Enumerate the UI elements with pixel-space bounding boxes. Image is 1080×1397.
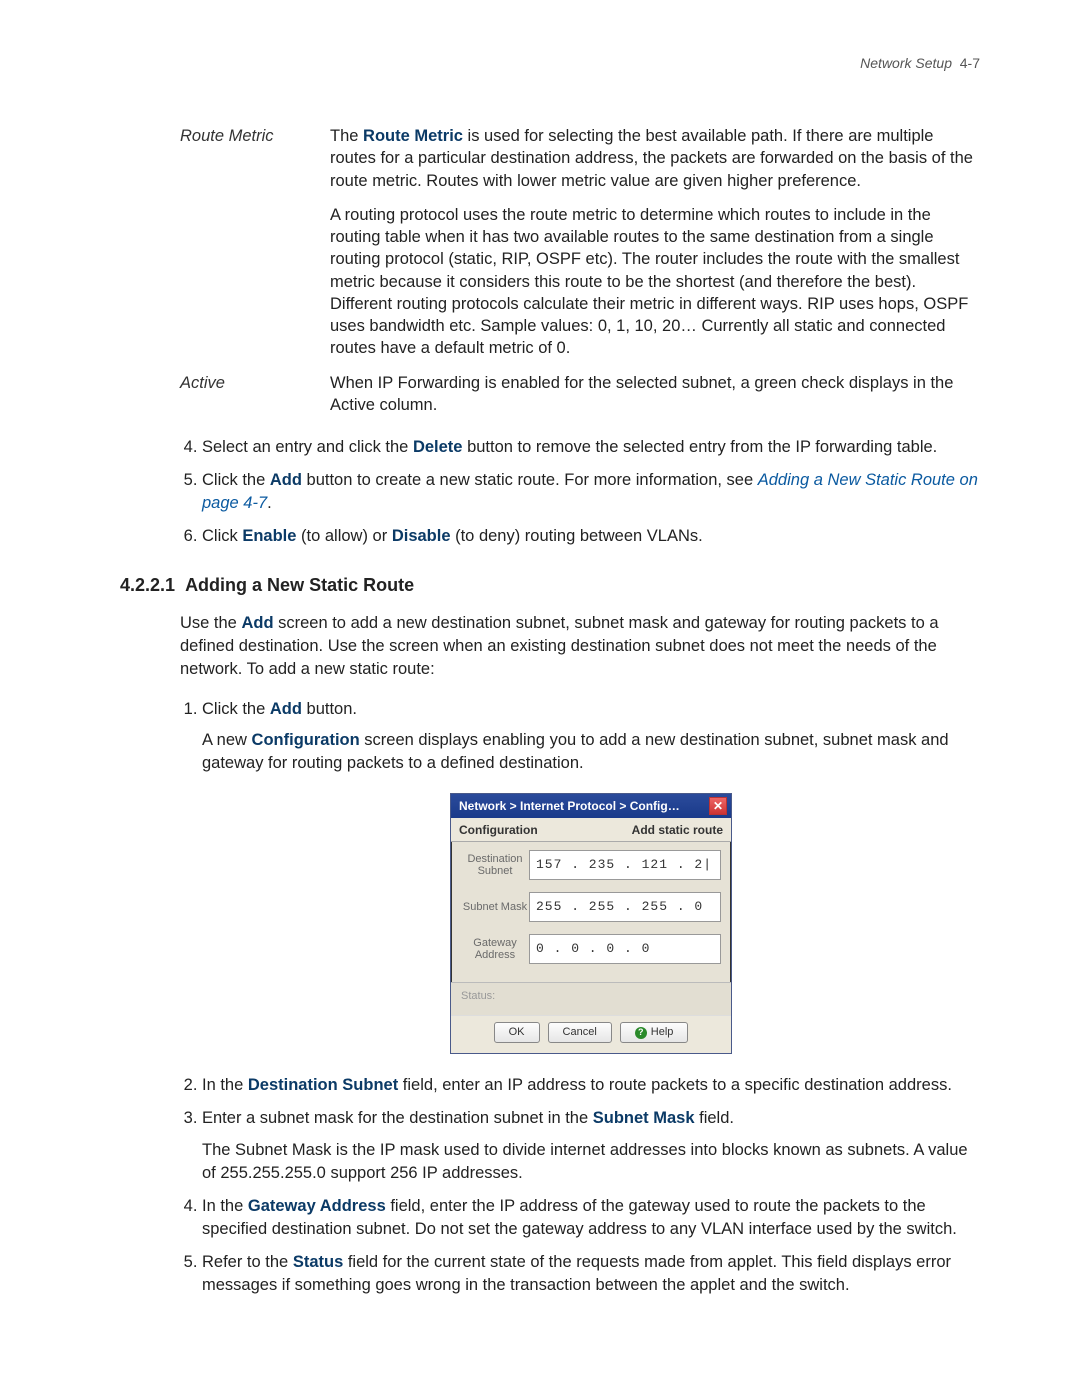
steps-list-a: Select an entry and click the Delete but…: [180, 436, 980, 548]
step-b3-sub: The Subnet Mask is the IP mask used to d…: [202, 1139, 980, 1185]
step-b1-sub: A new Configuration screen displays enab…: [202, 729, 980, 775]
enable-bold: Enable: [242, 527, 296, 545]
definition-route-metric: Route Metric The Route Metric is used fo…: [180, 125, 980, 372]
dialog-section-header: Configuration Add static route: [451, 818, 731, 842]
add-bold: Add: [270, 700, 302, 718]
status-label: Status:: [461, 990, 495, 1002]
definition-active: Active When IP Forwarding is enabled for…: [180, 372, 980, 429]
route-metric-bold: Route Metric: [363, 127, 463, 145]
subnet-mask-bold: Subnet Mask: [593, 1109, 695, 1127]
page: Network Setup 4-7 Route Metric The Route…: [0, 0, 1080, 1397]
page-header: Network Setup 4-7: [860, 55, 980, 71]
configuration-bold: Configuration: [252, 731, 360, 749]
ok-button[interactable]: OK: [494, 1022, 540, 1043]
step-b3: Enter a subnet mask for the destination …: [202, 1107, 980, 1184]
destination-subnet-row: Destination Subnet 157 . 235 . 121 . 2|: [461, 850, 721, 880]
route-metric-p1: The Route Metric is used for selecting t…: [330, 125, 980, 192]
step-4: Select an entry and click the Delete but…: [202, 436, 980, 459]
subnet-mask-row: Subnet Mask 255 . 255 . 255 . 0: [461, 892, 721, 922]
dialog-body: Destination Subnet 157 . 235 . 121 . 2| …: [451, 842, 731, 982]
steps-list-b: Click the Add button. A new Configuratio…: [180, 698, 980, 1297]
config-dialog: Network > Internet Protocol > Config… ✕ …: [450, 793, 732, 1054]
header-page-number: 4-7: [960, 55, 980, 71]
step-6: Click Enable (to allow) or Disable (to d…: [202, 525, 980, 548]
definition-term: Active: [180, 372, 330, 429]
subheading-number: 4.2.2.1: [120, 575, 175, 595]
destination-subnet-input[interactable]: 157 . 235 . 121 . 2|: [529, 850, 721, 880]
gateway-address-label: Gateway Address: [461, 937, 529, 961]
route-metric-p2: A routing protocol uses the route metric…: [330, 204, 980, 360]
dialog-status: Status:: [451, 982, 731, 1015]
destination-subnet-bold: Destination Subnet: [248, 1076, 398, 1094]
dialog-titlebar: Network > Internet Protocol > Config… ✕: [451, 794, 731, 818]
help-button[interactable]: ? Help: [620, 1022, 689, 1043]
header-section: Network Setup: [860, 55, 952, 71]
subheading-4-2-2-1: 4.2.2.1 Adding a New Static Route: [120, 575, 980, 596]
status-bold: Status: [293, 1253, 343, 1271]
intro-paragraph: Use the Add screen to add a new destinat…: [180, 612, 980, 681]
active-p1: When IP Forwarding is enabled for the se…: [330, 372, 980, 417]
destination-subnet-label: Destination Subnet: [461, 853, 529, 877]
close-icon[interactable]: ✕: [709, 797, 727, 815]
definition-body: The Route Metric is used for selecting t…: [330, 125, 980, 372]
step-5: Click the Add button to create a new sta…: [202, 469, 980, 515]
gateway-address-row: Gateway Address 0 . 0 . 0 . 0: [461, 934, 721, 964]
definition-term: Route Metric: [180, 125, 330, 372]
definition-table: Route Metric The Route Metric is used fo…: [180, 125, 980, 428]
add-bold: Add: [270, 471, 302, 489]
cancel-button[interactable]: Cancel: [548, 1022, 612, 1043]
help-icon: ?: [635, 1027, 647, 1039]
subnet-mask-input[interactable]: 255 . 255 . 255 . 0: [529, 892, 721, 922]
dialog-title: Network > Internet Protocol > Config…: [459, 798, 680, 815]
delete-bold: Delete: [413, 438, 463, 456]
step-b2: In the Destination Subnet field, enter a…: [202, 1074, 980, 1097]
gateway-address-input[interactable]: 0 . 0 . 0 . 0: [529, 934, 721, 964]
step-b1: Click the Add button. A new Configuratio…: [202, 698, 980, 1054]
subheading-title: Adding a New Static Route: [185, 575, 414, 595]
gateway-address-bold: Gateway Address: [248, 1197, 386, 1215]
section-left: Configuration: [459, 822, 538, 839]
step-b4: In the Gateway Address field, enter the …: [202, 1195, 980, 1241]
disable-bold: Disable: [392, 527, 451, 545]
add-bold: Add: [241, 614, 273, 632]
step-b5: Refer to the Status field for the curren…: [202, 1251, 980, 1297]
dialog-buttons: OK Cancel ? Help: [451, 1015, 731, 1053]
section-right: Add static route: [632, 822, 723, 839]
subnet-mask-label: Subnet Mask: [461, 901, 529, 913]
definition-body: When IP Forwarding is enabled for the se…: [330, 372, 980, 429]
